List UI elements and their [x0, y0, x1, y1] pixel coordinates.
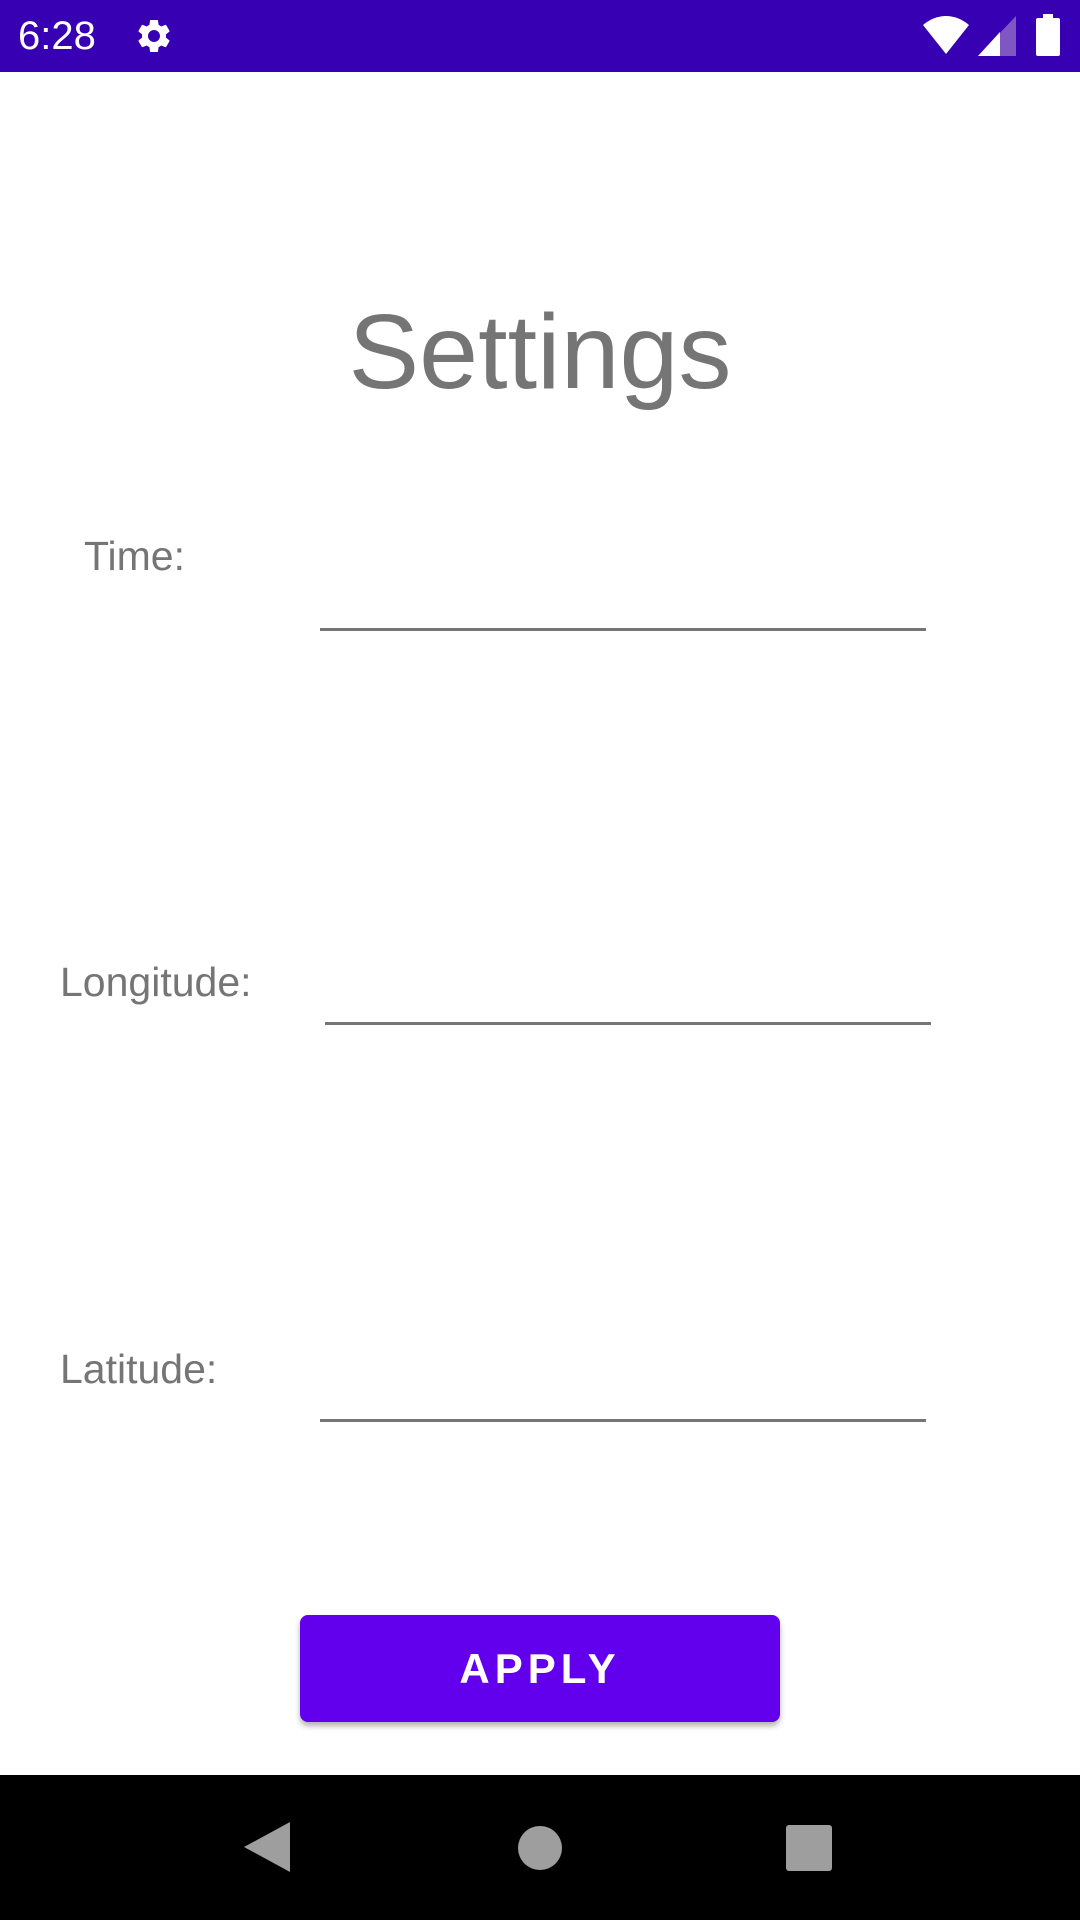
status-time: 6:28 — [18, 14, 96, 58]
recents-icon[interactable] — [786, 1825, 832, 1871]
longitude-input[interactable] — [325, 965, 931, 1025]
navigation-bar — [0, 1775, 1080, 1920]
longitude-label: Longitude: — [60, 959, 252, 1005]
time-label: Time: — [84, 533, 185, 579]
wifi-icon — [923, 16, 969, 54]
page-title: Settings — [348, 293, 732, 411]
back-icon[interactable] — [244, 1822, 290, 1872]
time-input[interactable] — [320, 571, 926, 631]
latitude-input[interactable] — [320, 1362, 926, 1422]
latitude-label: Latitude: — [60, 1346, 218, 1392]
battery-icon — [1036, 14, 1060, 56]
status-bar: 6:28 — [0, 0, 1080, 72]
home-icon[interactable] — [518, 1826, 562, 1870]
apply-button[interactable]: APPLY — [300, 1615, 780, 1722]
settings-screen: 6:28 Settings Time: Longitude: Latitude:… — [0, 0, 1080, 1920]
signal-icon — [978, 16, 1016, 56]
gear-icon — [138, 19, 170, 52]
